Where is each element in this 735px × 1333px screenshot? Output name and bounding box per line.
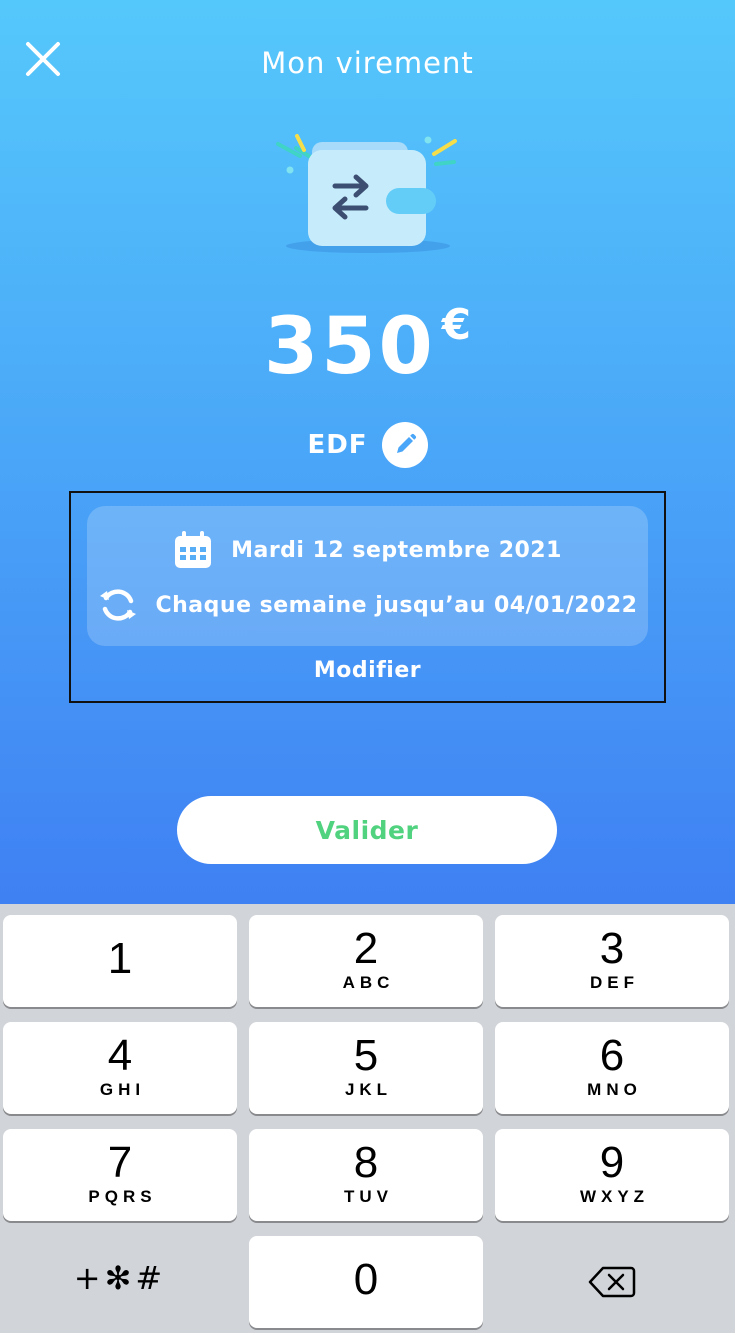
key-4[interactable]: 4 GHI xyxy=(3,1022,237,1114)
numeric-keypad: 1 2 ABC 3 DEF 4 GHI 5 JKL 6 MNO 7 PQRS 8… xyxy=(0,904,735,1333)
key-digit: 6 xyxy=(599,1031,625,1080)
symbols-label: +✻# xyxy=(73,1259,167,1297)
calendar-icon xyxy=(175,531,212,568)
refresh-icon xyxy=(99,589,136,621)
key-8[interactable]: 8 TUV xyxy=(249,1129,483,1221)
key-digit: 0 xyxy=(353,1255,379,1304)
key-letters: PQRS xyxy=(88,1187,157,1206)
key-delete[interactable] xyxy=(495,1236,729,1328)
key-letters: MNO xyxy=(587,1080,642,1099)
edit-recipient-button[interactable] xyxy=(381,422,428,468)
key-digit: 3 xyxy=(599,924,625,973)
schedule-repeat: Chaque semaine jusqu’au 04/01/2022 xyxy=(0,583,735,627)
key-6[interactable]: 6 MNO xyxy=(495,1022,729,1114)
modify-schedule-link[interactable]: Modifier xyxy=(0,658,735,683)
key-digit: 9 xyxy=(599,1138,625,1187)
key-letters: JKL xyxy=(344,1080,393,1099)
key-symbols[interactable]: +✻# xyxy=(3,1236,237,1328)
page-title: Mon virement xyxy=(261,46,474,80)
key-letters: DEF xyxy=(590,973,639,992)
key-5[interactable]: 5 JKL xyxy=(249,1022,483,1114)
key-digit: 4 xyxy=(107,1031,133,1080)
key-7[interactable]: 7 PQRS xyxy=(3,1129,237,1221)
recipient-name: EDF xyxy=(307,430,368,460)
transfer-amount: 350 € xyxy=(0,300,735,392)
recipient-row: EDF xyxy=(0,420,735,470)
key-letters: ABC xyxy=(342,973,395,992)
transfer-screen: Mon virement 350 € EDF Mardi 12 septembr… xyxy=(0,0,735,904)
backspace-icon xyxy=(588,1266,636,1298)
key-9[interactable]: 9 WXYZ xyxy=(495,1129,729,1221)
schedule-repeat-text: Chaque semaine jusqu’au 04/01/2022 xyxy=(155,592,638,618)
pencil-icon xyxy=(396,433,416,453)
validate-button[interactable]: Valider xyxy=(177,796,557,864)
amount-currency: € xyxy=(441,300,472,349)
key-digit: 8 xyxy=(353,1138,379,1187)
key-0[interactable]: 0 xyxy=(249,1236,483,1328)
key-digit: 1 xyxy=(107,934,133,983)
key-letters: TUV xyxy=(344,1187,393,1206)
key-letters: WXYZ xyxy=(579,1187,650,1206)
amount-value: 350 xyxy=(263,302,436,392)
key-digit: 2 xyxy=(353,924,379,973)
schedule-date-text: Mardi 12 septembre 2021 xyxy=(231,537,562,563)
key-1[interactable]: 1 xyxy=(3,915,237,1007)
key-digit: 5 xyxy=(353,1031,379,1080)
schedule-date: Mardi 12 septembre 2021 xyxy=(0,528,735,572)
wallet-transfer-icon xyxy=(276,134,457,253)
key-digit: 7 xyxy=(107,1138,133,1187)
key-letters: GHI xyxy=(99,1080,146,1099)
key-2[interactable]: 2 ABC xyxy=(249,915,483,1007)
key-3[interactable]: 3 DEF xyxy=(495,915,729,1007)
